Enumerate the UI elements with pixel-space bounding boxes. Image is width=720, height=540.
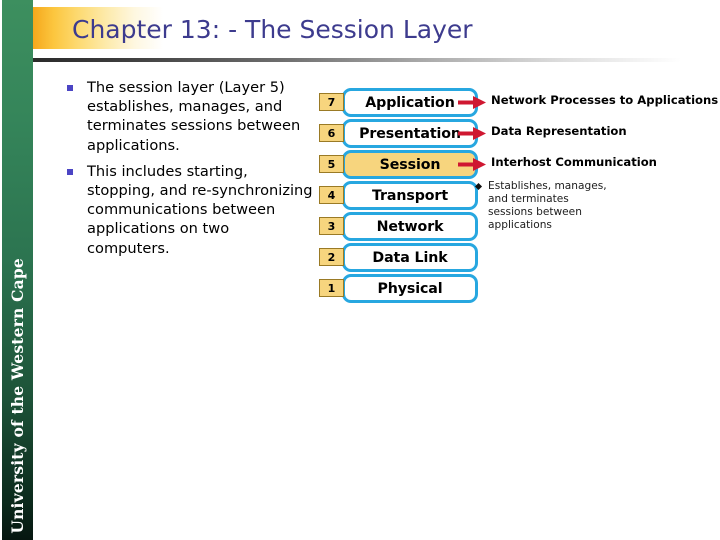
osi-layer-note: Network Processes to Applications xyxy=(491,93,719,107)
osi-layer-number: 7 xyxy=(327,95,336,109)
osi-layer-box-physical: Physical xyxy=(342,274,478,303)
osi-layer-number: 3 xyxy=(327,219,336,233)
list-item-text: This includes starting, stopping, and re… xyxy=(87,162,313,257)
slide-canvas: University of the Western Cape Chapter 1… xyxy=(0,0,720,540)
osi-layer-note: Interhost Communication xyxy=(491,155,657,169)
osi-sub-note-item: Establishes, manages, and terminates ses… xyxy=(316,180,616,232)
square-bullet-icon xyxy=(67,168,73,175)
osi-layer-number-badge: 6 xyxy=(319,124,344,142)
list-item: This includes starting, stopping, and re… xyxy=(62,162,314,258)
osi-layer-row-2: Data Link 2 xyxy=(316,243,716,273)
osi-layer-name: Session xyxy=(379,156,441,173)
osi-layer-number: 1 xyxy=(327,281,336,295)
osi-layer-number: 2 xyxy=(327,250,336,264)
title-divider xyxy=(33,58,681,62)
osi-layer-note: Data Representation xyxy=(491,124,627,138)
osi-layer-name: Presentation xyxy=(359,125,461,142)
osi-sub-note-block: Establishes, manages, and terminates ses… xyxy=(316,180,616,232)
square-bullet-icon xyxy=(67,85,73,91)
right-arrow-icon xyxy=(458,158,486,171)
body-bullet-list: The session layer (Layer 5) establishes,… xyxy=(62,78,314,265)
osi-layer-number-badge: 7 xyxy=(319,93,344,111)
diamond-bullet-icon xyxy=(474,182,483,191)
osi-layer-number-badge: 5 xyxy=(319,155,344,173)
page-title: Chapter 13: - The Session Layer xyxy=(72,15,473,44)
list-item: The session layer (Layer 5) establishes,… xyxy=(62,78,314,155)
right-arrow-icon xyxy=(458,127,486,140)
osi-layer-number-badge: 1 xyxy=(319,279,344,297)
osi-layer-number-badge: 2 xyxy=(319,248,344,266)
osi-layer-number: 6 xyxy=(327,126,336,140)
list-item-text: The session layer (Layer 5) establishes,… xyxy=(87,79,301,154)
osi-layer-row-5: Session 5 Interhost Communication xyxy=(316,150,716,180)
osi-layer-name: Data Link xyxy=(372,249,448,266)
osi-layer-number-badge: 3 xyxy=(319,217,344,235)
osi-layer-row-7: Application 7 Network Processes to Appli… xyxy=(316,88,719,118)
osi-layer-name: Application xyxy=(365,94,455,111)
institution-sidebar-label: University of the Western Cape xyxy=(2,0,33,540)
osi-layer-name: Physical xyxy=(377,280,443,297)
osi-sub-note-text: Establishes, manages, and terminates ses… xyxy=(488,180,607,231)
osi-layer-box-data-link: Data Link xyxy=(342,243,478,272)
osi-layer-row-1: Physical 1 xyxy=(316,274,716,304)
right-arrow-icon xyxy=(458,96,486,109)
osi-layer-number: 4 xyxy=(327,188,336,202)
osi-layer-number-badge: 4 xyxy=(319,186,344,204)
institution-name: University of the Western Cape xyxy=(8,258,27,534)
osi-layer-row-6: Presentation 6 Data Representation xyxy=(316,119,716,149)
osi-layer-number: 5 xyxy=(327,157,336,171)
